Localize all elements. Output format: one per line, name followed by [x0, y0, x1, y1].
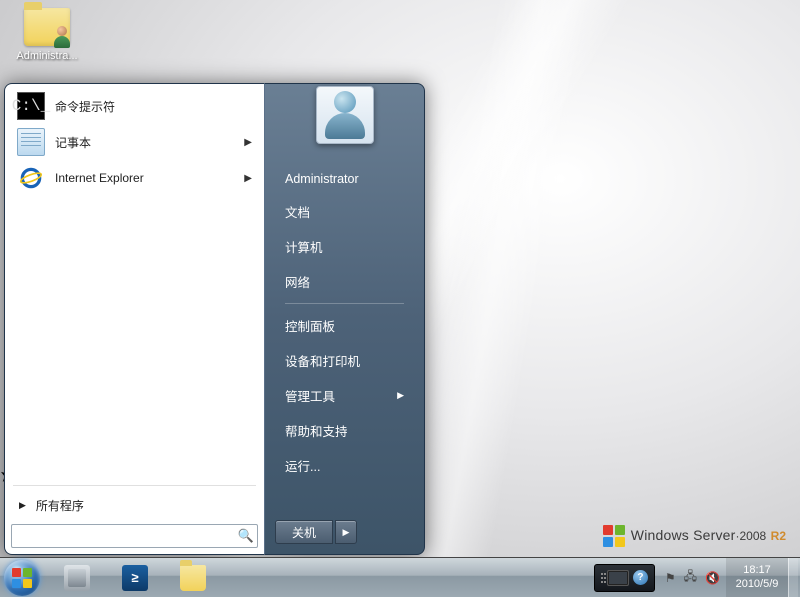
taskbar-clock[interactable]: 18:17 2010/5/9 [726, 558, 788, 597]
taskbar-item-powershell[interactable]: ≥ [106, 560, 164, 596]
notepad-icon [17, 128, 45, 156]
right-item-run[interactable]: 运行... [279, 448, 410, 483]
program-item-label: Internet Explorer [55, 171, 144, 185]
all-programs-label: 所有程序 [36, 497, 84, 514]
right-item-label: 设备和打印机 [285, 351, 360, 370]
program-item-ie[interactable]: Internet Explorer ▶ [9, 160, 260, 196]
watermark-product: Windows Server [631, 527, 736, 543]
shutdown-row: 关机 ▶ [265, 512, 424, 554]
watermark-suffix: R2 [771, 529, 786, 543]
right-item-devices-printers[interactable]: 设备和打印机 [279, 343, 410, 378]
tray-icons: ⚑ 🖧 🔇 [659, 567, 726, 588]
desktop-icon-admin-folder[interactable]: Administra... [8, 8, 86, 62]
desktop-icon-label: Administra... [8, 50, 86, 62]
program-item-cmd[interactable]: C:\_ 命令提示符 [9, 88, 260, 124]
start-menu: C:\_ 命令提示符 记事本 ▶ Internet Explorer ▶ ▶ 所… [4, 83, 425, 555]
taskbar: ≥ ? ⚑ 🖧 🔇 18:17 2010/5/9 [0, 557, 800, 597]
triangle-right-icon: ▶ [343, 527, 350, 538]
windows-flag-icon [603, 525, 625, 547]
system-tray: ? ⚑ 🖧 🔇 18:17 2010/5/9 [594, 558, 800, 597]
taskbar-item-explorer[interactable] [164, 560, 222, 596]
clock-time: 18:17 [734, 564, 780, 577]
start-button[interactable] [0, 558, 44, 597]
tray-network-icon[interactable]: 🖧 [684, 567, 697, 588]
keyboard-icon[interactable] [607, 570, 629, 586]
separator [285, 303, 404, 304]
shutdown-button[interactable]: 关机 [275, 520, 333, 544]
clock-date: 2010/5/9 [734, 578, 780, 591]
right-item-label: 计算机 [285, 237, 323, 256]
right-item-label: 文档 [285, 202, 310, 221]
show-desktop-button[interactable] [788, 558, 798, 597]
internet-explorer-icon [17, 164, 45, 192]
right-item-label: 帮助和支持 [285, 421, 348, 440]
right-item-label: 管理工具 [285, 386, 335, 405]
right-item-control-panel[interactable]: 控制面板 [279, 308, 410, 343]
submenu-arrow-icon: ▶ [244, 137, 252, 148]
watermark-version: 2008 [740, 529, 767, 543]
program-item-label: 记事本 [55, 134, 91, 151]
program-item-label: 命令提示符 [55, 98, 115, 115]
windows-watermark: Windows Server·2008 R2 [603, 525, 786, 547]
cmd-icon: C:\_ [17, 92, 45, 120]
right-item-user[interactable]: Administrator [279, 164, 410, 194]
start-menu-right-items: Administrator 文档 计算机 网络 控制面板 设备和打印机 管理工具… [265, 164, 424, 483]
tray-volume-muted-icon[interactable]: 🔇 [705, 571, 720, 585]
user-avatar-icon [321, 91, 369, 139]
search-icon[interactable]: 🔍 [235, 528, 257, 544]
user-picture[interactable] [316, 86, 374, 144]
right-item-help[interactable]: 帮助和支持 [279, 413, 410, 448]
folder-icon [24, 8, 70, 46]
search-input[interactable] [12, 529, 235, 543]
start-menu-search-row: 🔍 [5, 524, 264, 554]
start-menu-program-list: C:\_ 命令提示符 记事本 ▶ Internet Explorer ▶ [5, 84, 264, 485]
submenu-arrow-icon: ▶ [397, 390, 404, 401]
program-item-notepad[interactable]: 记事本 ▶ [9, 124, 260, 160]
right-item-label: 网络 [285, 272, 310, 291]
right-item-label: 运行... [285, 456, 320, 475]
right-item-computer[interactable]: 计算机 [279, 229, 410, 264]
watermark-text: Windows Server·2008 R2 [631, 527, 786, 545]
help-icon[interactable]: ? [633, 570, 648, 585]
tray-action-center-icon[interactable]: ⚑ [665, 571, 676, 585]
taskbar-item-server-manager[interactable] [48, 560, 106, 596]
start-menu-search-box[interactable]: 🔍 [11, 524, 258, 548]
powershell-icon: ≥ [122, 565, 148, 591]
all-programs-button[interactable]: ▶ 所有程序 [9, 490, 260, 520]
start-menu-left-pane: C:\_ 命令提示符 记事本 ▶ Internet Explorer ▶ ▶ 所… [4, 83, 264, 555]
shutdown-label: 关机 [292, 524, 316, 541]
shutdown-options-button[interactable]: ▶ [335, 520, 357, 544]
start-orb-icon [4, 560, 40, 596]
submenu-arrow-icon: ▶ [244, 173, 252, 184]
right-item-documents[interactable]: 文档 [279, 194, 410, 229]
server-manager-icon [64, 565, 90, 591]
right-item-label: 控制面板 [285, 316, 335, 335]
start-menu-right-pane: Administrator 文档 计算机 网络 控制面板 设备和打印机 管理工具… [264, 83, 425, 555]
explorer-folder-icon [180, 565, 206, 591]
triangle-right-icon: ▶ [19, 500, 26, 511]
separator [13, 485, 256, 486]
grip-icon [601, 573, 603, 583]
right-item-label: Administrator [285, 172, 359, 186]
right-item-admin-tools[interactable]: 管理工具 ▶ [279, 378, 410, 413]
right-item-network[interactable]: 网络 [279, 264, 410, 299]
taskbar-pinned-apps: ≥ [48, 558, 222, 597]
language-bar[interactable]: ? [594, 564, 655, 592]
user-overlay-icon [52, 26, 72, 48]
